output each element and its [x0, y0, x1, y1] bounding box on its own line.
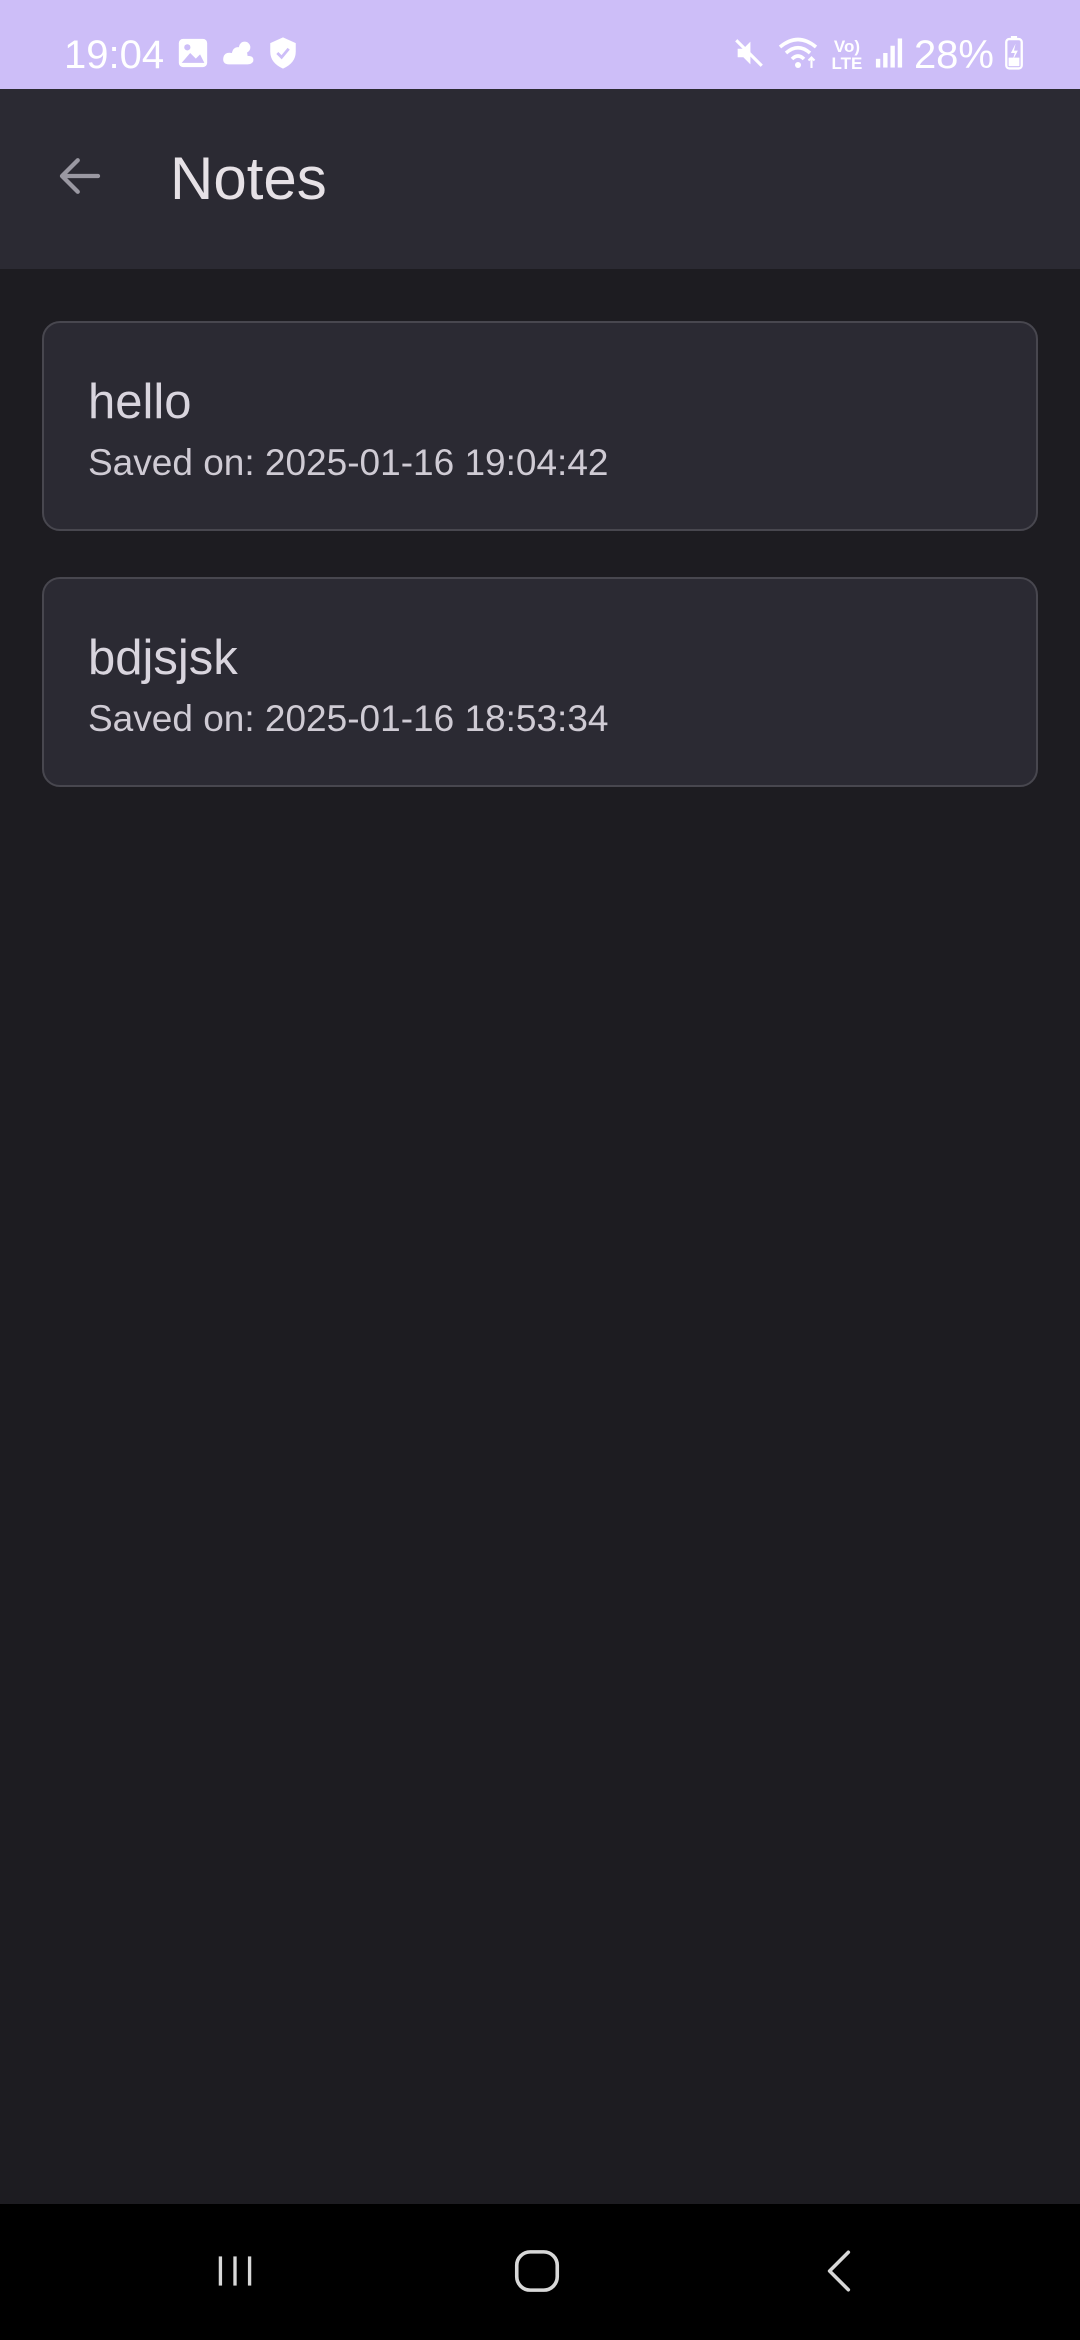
status-right-icons: Vo) LTE 28% — [732, 30, 1024, 80]
shield-icon — [268, 36, 298, 75]
page-title: Notes — [170, 145, 327, 212]
back-button[interactable] — [40, 138, 120, 218]
status-left-icons — [176, 36, 298, 75]
mute-icon — [732, 36, 766, 75]
home-button[interactable] — [487, 2228, 587, 2318]
lte-icon: Vo) LTE — [831, 37, 863, 73]
arrow-left-icon — [53, 149, 107, 208]
note-saved-timestamp: Saved on: 2025-01-16 19:04:42 — [88, 442, 609, 483]
system-back-button[interactable] — [790, 2228, 890, 2318]
note-card[interactable]: hello Saved on: 2025-01-16 19:04:42 — [42, 321, 1038, 531]
wifi-icon — [776, 35, 820, 76]
signal-icon — [874, 37, 904, 74]
battery-icon — [1004, 35, 1024, 75]
gallery-icon — [176, 36, 210, 75]
app-bar: Notes — [0, 89, 1080, 269]
note-title: hello — [88, 375, 192, 429]
recents-button[interactable] — [185, 2228, 285, 2318]
cloud-icon — [220, 36, 258, 75]
notes-list: hello Saved on: 2025-01-16 19:04:42 bdjs… — [42, 321, 1038, 833]
note-saved-timestamp: Saved on: 2025-01-16 18:53:34 — [88, 698, 609, 739]
system-nav-bar — [0, 2204, 1080, 2340]
back-icon — [815, 2244, 865, 2303]
status-time: 19:04 — [64, 33, 165, 77]
battery-percentage: 28% — [913, 33, 994, 77]
home-icon — [510, 2244, 564, 2303]
note-title: bdjsjsk — [88, 631, 238, 685]
note-card[interactable]: bdjsjsk Saved on: 2025-01-16 18:53:34 — [42, 577, 1038, 787]
recents-icon — [210, 2246, 260, 2301]
status-bar: 19:04 Vo) LTE 28% — [0, 0, 1080, 89]
